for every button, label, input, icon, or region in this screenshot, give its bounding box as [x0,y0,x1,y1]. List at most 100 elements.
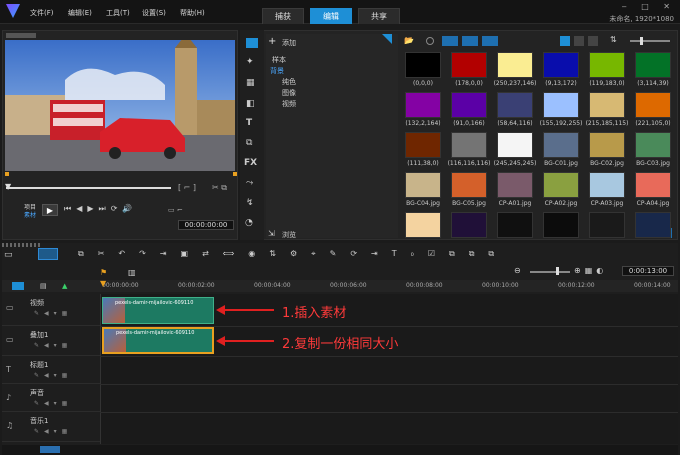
library-tile[interactable]: (245,245,245) [492,132,538,170]
zoom-out-icon[interactable]: ⊖ [514,266,521,275]
library-tile[interactable]: CP-A01.jpg [492,172,538,210]
tab-share[interactable]: 共享 [358,8,400,24]
track-controls-icon[interactable]: ✎◀▾▦ [34,428,72,435]
menu-settings[interactable]: 设置(S) [142,8,166,18]
library-tile[interactable]: CP-A03.jpg [584,172,630,210]
track-controls-icon[interactable]: ✎◀▾▦ [34,372,72,379]
track-header[interactable]: ♫ 音乐1 ✎◀▾▦ [2,412,100,442]
library-tile[interactable]: (3,114,39) [630,52,676,90]
tree-video[interactable]: 视频 [282,99,296,109]
storyboard-view-icon[interactable]: ▭ [4,250,13,260]
library-tile[interactable]: (132,2,164) [400,92,446,130]
add-folder-icon[interactable]: + [268,36,276,47]
transport-controls[interactable]: ⏮◀▶⏭⟳🔊 [64,204,137,214]
filter-video-icon[interactable] [442,36,458,46]
mark-in-out-icon[interactable]: [ ⌐ ] [178,183,196,192]
library-tile[interactable]: (155,192,255) [538,92,584,130]
motion-icon[interactable]: ↯ [246,198,254,208]
library-tile[interactable]: (9,13,172) [538,52,584,90]
library-tile[interactable]: (111,38,0) [400,132,446,170]
timeline-duration[interactable]: 0:00:13:00 [622,266,674,276]
zoom-controls-icon[interactable]: ⊕▦◐ [574,266,607,275]
title-icon[interactable]: T [246,118,252,128]
library-tile[interactable]: (221,105,0) [630,92,676,130]
track-manager-icon[interactable] [12,282,24,290]
playhead-icon[interactable]: ▼ [100,279,106,288]
menu-tools[interactable]: 工具(T) [106,8,130,18]
track-header[interactable]: ▭ 视频 ✎◀▾▦ [2,294,100,326]
library-tile[interactable]: (58,64,116) [492,92,538,130]
tree-solid-color[interactable]: 纯色 [282,77,296,87]
slider-thumb[interactable] [640,37,643,45]
library-tile[interactable]: BG-C05.jpg [446,172,492,210]
library-tile[interactable]: (0,0,0) [400,52,446,90]
mode-clip-label[interactable]: 素材 [24,210,36,219]
trim-marker-left[interactable] [5,172,9,176]
fx-icon[interactable]: FX [244,158,257,168]
scrub-bar[interactable] [6,187,171,189]
ripple-edit-icon[interactable]: ▲ [62,282,67,290]
track-header[interactable]: T 标题1 ✎◀▾▦ [2,356,100,384]
timeline-view-icon[interactable] [38,248,58,260]
tree-image[interactable]: 图像 [282,88,296,98]
scrollbar-thumb[interactable] [40,446,60,453]
path-icon[interactable]: ⤳ [246,178,253,188]
track-controls-icon[interactable]: ✎◀▾▦ [34,400,72,407]
tree-samples[interactable]: 样本 [272,55,286,65]
play-button[interactable]: ▶ [42,204,58,216]
folder-icon[interactable]: 📂 [404,36,414,45]
tab-capture[interactable]: 捕获 [262,8,304,24]
menu-edit[interactable]: 编辑(E) [68,8,92,18]
chapter-icon[interactable]: ▤ [40,282,47,290]
zoom-slider-thumb[interactable] [556,267,559,275]
aspect-ratio-icon[interactable]: ▭ ⌐ [168,206,183,214]
transition-icon[interactable]: ▦ [246,78,255,88]
media-icon[interactable] [246,38,258,48]
timeline-scrollbar[interactable] [2,445,678,455]
track-header[interactable]: ▭ 叠加1 ✎◀▾▦ [2,326,100,356]
menu-help[interactable]: 帮助(H) [180,8,205,18]
sort-icon[interactable]: ⇅ [610,35,617,44]
detail-view-icon[interactable] [574,36,584,46]
record-voice-icon[interactable]: ▥ [128,268,136,277]
track-header[interactable]: ♪ 声音 ✎◀▾▦ [2,384,100,412]
browse-label[interactable]: 浏览 [282,230,296,240]
library-tile[interactable]: CP-A04.jpg [630,172,676,210]
preview-timecode[interactable]: 00:00:00:00 [178,220,234,230]
trim-marker-right[interactable] [233,172,237,176]
filter-audio-icon[interactable] [482,36,498,46]
tab-edit[interactable]: 编辑 [310,8,352,24]
zoom-slider[interactable] [530,271,570,273]
browse-icon[interactable]: ⇲ [268,229,275,238]
library-tile[interactable]: (91,0,166) [446,92,492,130]
library-tile[interactable]: BG-C02.jpg [584,132,630,170]
library-tile[interactable]: BG-C04.jpg [400,172,446,210]
mark-icon[interactable]: ⚑ [100,268,107,277]
speed-icon[interactable]: ◔ [245,218,253,228]
library-tile[interactable]: (116,116,116) [446,132,492,170]
menu-file[interactable]: 文件(F) [30,8,54,18]
overlay-clip[interactable]: pexels-damir-mijailovic-609110 [102,327,214,354]
timeline-ruler[interactable]: 00:00:00:00 00:00:02:00 00:00:04:00 00:00:0… [102,280,678,292]
library-tile[interactable]: CP-A02.jpg [538,172,584,210]
library-tile[interactable]: (250,237,146) [492,52,538,90]
video-clip[interactable]: pexels-damir-mijailovic-609110 [102,297,214,324]
track-controls-icon[interactable]: ✎◀▾▦ [34,310,72,317]
timeline-toolbar[interactable]: ⧉✂↶↷⇥▣⇄⟺◉⇅⚙⌖✎⟳⇥T₀☑⧉⧉⧉ [78,249,678,261]
graphics-icon[interactable]: ◧ [246,99,255,109]
window-controls[interactable]: ‒ □ ✕ [622,2,676,11]
library-tile[interactable]: BG-C01.jpg [538,132,584,170]
split-icon[interactable]: ✂ ⧉ [212,183,227,193]
record-icon[interactable] [426,37,434,45]
instant-project-icon[interactable]: ✦ [246,57,254,67]
filter-image-icon[interactable] [462,36,478,46]
overlay-icon[interactable]: ⧉ [246,138,252,148]
playhead-marker-icon[interactable]: ▼ [5,182,11,191]
library-tile[interactable]: (215,185,115) [584,92,630,130]
thumbnail-size-slider[interactable] [630,40,670,42]
list-view-icon[interactable] [560,36,570,46]
library-tile[interactable]: BG-C03.jpg [630,132,676,170]
thumbnail-view-icon[interactable] [588,36,598,46]
add-folder-label[interactable]: 添加 [282,38,296,48]
library-tile[interactable]: (178,0,0) [446,52,492,90]
